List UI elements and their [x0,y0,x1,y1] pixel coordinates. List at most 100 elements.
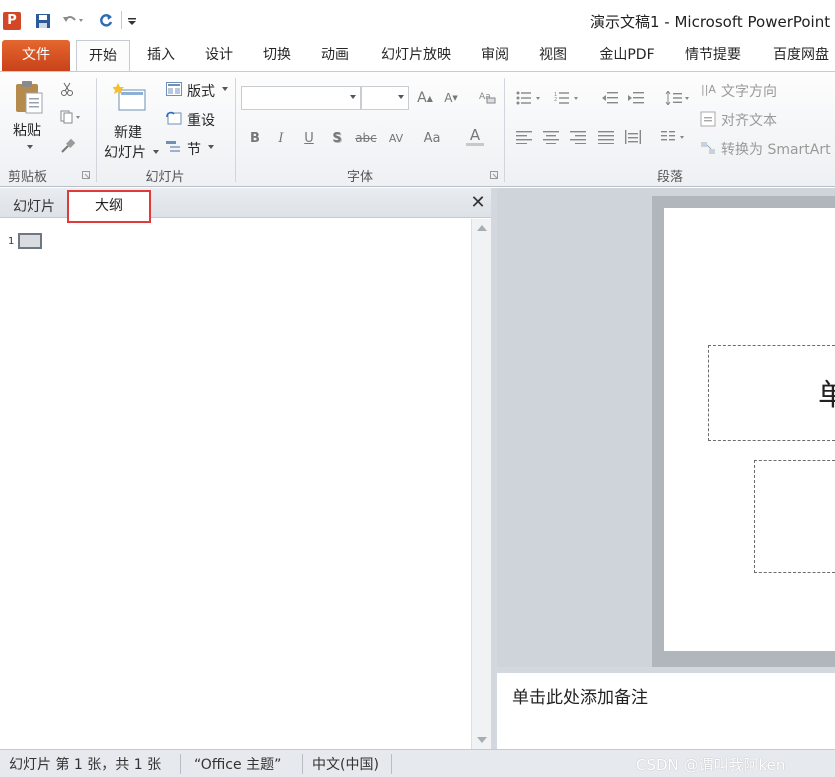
outline-slide-icon[interactable] [17,232,43,250]
line-spacing-icon[interactable] [664,90,692,106]
text-shadow-icon[interactable]: S [329,128,345,148]
justify-icon[interactable] [597,128,615,146]
font-dialog-launcher-icon[interactable] [488,169,500,181]
tab-file[interactable]: 文件 [2,40,70,71]
grow-font-icon[interactable]: A ▲ [415,88,435,108]
undo-icon[interactable] [60,11,86,31]
notes-placeholder: 单击此处添加备注 [512,688,648,708]
slides-group-label: 幻灯片 [145,170,185,185]
svg-text:2: 2 [554,97,557,103]
status-separator [180,754,181,774]
tab-slides[interactable]: 幻灯片 [13,196,55,216]
align-text-button[interactable]: 对齐文本 [721,110,777,130]
group-separator [96,78,97,182]
copy-icon[interactable] [58,108,84,126]
shrink-font-icon[interactable]: A ▼ [441,88,461,108]
quick-access-separator [121,11,122,29]
ribbon: 粘贴 剪贴板 新建 幻灯片 版式 重设 节 幻灯片 A ▲ A ▼ Aa B I U… [0,71,835,187]
change-case-icon[interactable]: Aa [421,128,443,148]
layout-dropdown-icon[interactable] [221,85,229,93]
status-bar: 幻灯片 第 1 张，共 1 张 “Office 主题” 中文(中国) CSDN … [0,749,835,777]
scroll-up-icon[interactable] [477,225,487,231]
title-placeholder-text: 单 [818,378,835,413]
new-slide-button[interactable]: 新建 [114,122,142,142]
clear-formatting-icon[interactable]: Aa [476,86,498,108]
tab-slideshow[interactable]: 幻灯片放映 [370,40,462,71]
customize-icon[interactable] [126,11,138,31]
tab-review[interactable]: 审阅 [472,40,518,71]
increase-indent-icon[interactable] [626,90,646,106]
text-direction-button[interactable]: 文字方向 [721,81,777,101]
tab-kingsoft-pdf[interactable]: 金山PDF [588,40,666,71]
redo-icon[interactable] [96,11,116,31]
powerpoint-icon[interactable]: P [2,11,22,31]
decrease-indent-icon[interactable] [600,90,620,106]
tab-insert[interactable]: 插入 [138,40,184,71]
slides-outline-pane [0,188,496,749]
watermark: CSDN @谓叫我阿ken [636,756,786,774]
distributed-icon[interactable] [624,128,642,146]
outline-scrollbar[interactable] [471,219,491,749]
paragraph-group-label: 段落 [656,170,683,185]
group-separator [235,78,236,182]
scroll-down-icon[interactable] [477,737,487,743]
italic-icon[interactable]: I [273,128,289,148]
cut-icon[interactable] [58,80,76,98]
align-right-icon[interactable] [569,128,587,146]
format-painter-icon[interactable] [58,136,78,156]
new-slide-dropdown-icon[interactable] [152,148,160,156]
columns-icon[interactable] [660,128,688,146]
tab-home[interactable]: 开始 [76,40,130,71]
align-left-icon[interactable] [515,128,533,146]
window-title: 演示文稿1 - Microsoft PowerPoint [590,13,831,31]
title-placeholder[interactable] [708,345,835,441]
bullets-icon[interactable] [515,90,543,106]
font-size-select[interactable] [361,86,409,110]
align-center-icon[interactable] [542,128,560,146]
ribbon-tab-row: 文件 开始 插入 设计 切换 动画 幻灯片放映 审阅 视图 金山PDF 情节提要… [0,40,835,71]
close-pane-icon[interactable]: ✕ [468,193,488,213]
paste-dropdown-icon[interactable] [25,142,35,152]
layout-icon[interactable] [165,81,183,97]
status-slide-info: 幻灯片 第 1 张，共 1 张 [9,757,162,773]
numbering-icon[interactable]: 12 [553,90,581,106]
tab-view[interactable]: 视图 [530,40,576,71]
tab-storyboarding[interactable]: 情节提要 [676,40,750,71]
strikethrough-icon[interactable]: abc [354,128,378,148]
title-bar: P 演示文稿1 - Microsoft PowerPoint [0,0,835,40]
paste-icon[interactable] [12,78,46,116]
bold-icon[interactable]: B [247,128,263,148]
svg-text:||A: ||A [701,83,716,96]
tab-outline[interactable]: 大纲 [67,190,151,223]
convert-smartart-button[interactable]: 转换为 SmartArt [721,139,831,159]
clipboard-group-label: 剪贴板 [8,170,48,185]
section-button[interactable]: 节 [187,139,201,159]
new-slide-icon[interactable] [112,80,148,114]
tab-design[interactable]: 设计 [196,40,242,71]
reset-icon[interactable] [165,110,183,126]
font-group-label: 字体 [346,170,373,185]
tab-baidu-netdisk[interactable]: 百度网盘 [762,40,835,71]
status-separator [302,754,303,774]
tab-transitions[interactable]: 切换 [254,40,300,71]
status-language[interactable]: 中文(中国) [312,754,379,774]
underline-icon[interactable]: U [301,128,317,148]
character-spacing-icon[interactable]: AV [385,128,407,148]
save-icon[interactable] [33,11,53,31]
font-name-select[interactable] [241,86,361,110]
section-icon[interactable] [165,139,183,155]
new-slide-label-line2[interactable]: 幻灯片 [104,142,146,162]
font-color-icon[interactable]: A [466,126,484,146]
dialog-launcher-icon[interactable] [80,169,92,181]
align-text-icon[interactable] [699,110,717,128]
tab-animations[interactable]: 动画 [312,40,358,71]
subtitle-placeholder[interactable] [754,460,835,573]
section-dropdown-icon[interactable] [207,143,215,151]
smartart-icon[interactable] [699,139,717,157]
status-theme: “Office 主题” [194,757,282,773]
paste-button[interactable]: 粘贴 [13,120,41,140]
layout-button[interactable]: 版式 [187,81,215,101]
reset-button[interactable]: 重设 [187,110,215,130]
text-direction-icon[interactable]: ||A [700,80,718,98]
status-separator [391,754,392,774]
